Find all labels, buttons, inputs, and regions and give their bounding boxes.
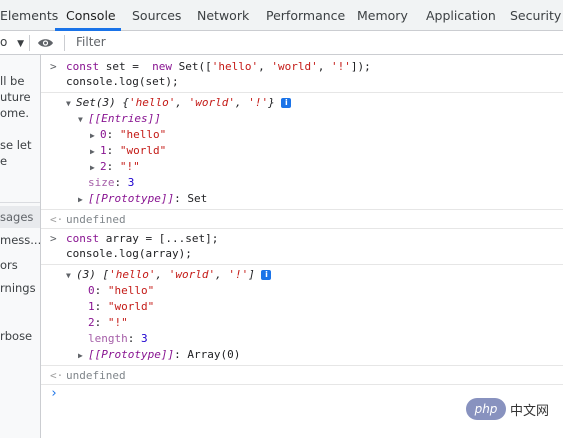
toolbar-divider <box>64 35 65 51</box>
triangle-down-icon[interactable]: ▼ <box>66 96 76 112</box>
message-separator <box>41 384 563 385</box>
array-item: 2: "!" <box>88 316 128 329</box>
tab-performance[interactable]: Performance <box>266 0 345 31</box>
triangle-right-icon[interactable]: ▶ <box>90 160 100 176</box>
tab-sources[interactable]: Sources <box>132 0 181 31</box>
chevron-right-icon: > <box>50 60 57 73</box>
triangle-right-icon[interactable]: ▶ <box>90 128 100 144</box>
tab-console[interactable]: Console <box>66 0 116 31</box>
message-separator <box>41 228 563 229</box>
watermark-text: 中文网 <box>510 404 550 419</box>
php-cn-watermark: php 中文网 <box>466 398 558 420</box>
eye-icon[interactable] <box>37 35 54 51</box>
message-separator <box>41 264 563 265</box>
context-selector[interactable]: o ▼ <box>0 31 24 55</box>
array-object-header[interactable]: ▼ (3) ['hello', 'world', '!'] i <box>66 267 272 284</box>
sidebar-item-errors[interactable]: ors <box>0 258 18 272</box>
console-input-line[interactable]: console.log(set); <box>66 74 179 90</box>
triangle-right-icon[interactable]: ▶ <box>78 348 88 364</box>
return-arrow-icon: <· <box>50 369 64 382</box>
triangle-down-icon[interactable]: ▼ <box>66 268 76 284</box>
entry-row[interactable]: ▶ 1: "world" <box>90 143 166 160</box>
tab-elements[interactable]: Elements <box>0 0 58 31</box>
sidebar-text: se let <box>0 138 32 152</box>
return-value: undefined <box>66 369 126 382</box>
length-property: length: 3 <box>88 332 148 345</box>
entry-row[interactable]: ▶ 2: "!" <box>90 159 140 176</box>
prototype-node[interactable]: ▶ [[Prototype]]: Array(0) <box>78 347 240 364</box>
triangle-down-icon[interactable]: ▼ <box>78 112 88 128</box>
console-input-line[interactable]: const set = new Set(['hello', 'world', '… <box>66 59 371 75</box>
return-value: undefined <box>66 213 126 226</box>
php-logo: php <box>466 398 506 420</box>
sidebar-item-warnings[interactable]: rnings <box>0 281 36 295</box>
sidebar-text: ome. <box>0 106 29 120</box>
sidebar-text: ll be <box>0 74 25 88</box>
size-property: size: 3 <box>88 176 135 189</box>
tab-security[interactable]: Security <box>510 0 561 31</box>
message-separator <box>41 209 563 210</box>
sidebar-item-label: sages <box>0 210 34 224</box>
triangle-right-icon[interactable]: ▶ <box>90 144 100 160</box>
sidebar-text: uture <box>0 90 31 104</box>
tab-network[interactable]: Network <box>197 0 249 31</box>
chevron-right-icon: > <box>50 232 57 245</box>
context-label: o <box>0 35 8 49</box>
devtools-tab-bar: Elements Console Sources Network Perform… <box>0 0 563 31</box>
filter-input[interactable]: Filter <box>76 31 106 55</box>
message-separator <box>41 92 563 93</box>
console-sidebar: ll be uture ome. se let e sages mess... … <box>0 55 41 438</box>
console-toolbar: o ▼ Filter <box>0 31 563 55</box>
entries-node[interactable]: ▼ [[Entries]] <box>78 111 161 128</box>
set-object-header[interactable]: ▼ Set(3) {'hello', 'world', '!'} i <box>66 95 292 112</box>
sidebar-divider <box>0 202 40 203</box>
sidebar-item-verbose[interactable]: rbose <box>0 329 32 343</box>
triangle-right-icon[interactable]: ▶ <box>78 192 88 208</box>
prototype-node[interactable]: ▶ [[Prototype]]: Set <box>78 191 207 208</box>
tab-application[interactable]: Application <box>426 0 496 31</box>
tab-memory[interactable]: Memory <box>357 0 408 31</box>
sidebar-item-user-messages[interactable]: mess... <box>0 233 40 247</box>
message-separator <box>41 365 563 366</box>
entry-row[interactable]: ▶ 0: "hello" <box>90 127 166 144</box>
console-input-line[interactable]: const array = [...set]; <box>66 231 218 247</box>
array-item: 0: "hello" <box>88 284 155 297</box>
dropdown-arrow-icon: ▼ <box>17 39 25 49</box>
console-prompt[interactable]: › <box>50 386 58 402</box>
array-item: 1: "world" <box>88 300 155 313</box>
console-output: > const set = new Set(['hello', 'world',… <box>41 55 563 438</box>
info-icon[interactable]: i <box>281 98 292 108</box>
console-input-line[interactable]: console.log(array); <box>66 246 192 262</box>
toolbar-divider <box>29 35 30 51</box>
info-icon[interactable]: i <box>261 270 272 280</box>
return-arrow-icon: <· <box>50 213 64 226</box>
entries-label: [[Entries]] <box>88 112 161 125</box>
sidebar-text: e <box>0 154 8 168</box>
